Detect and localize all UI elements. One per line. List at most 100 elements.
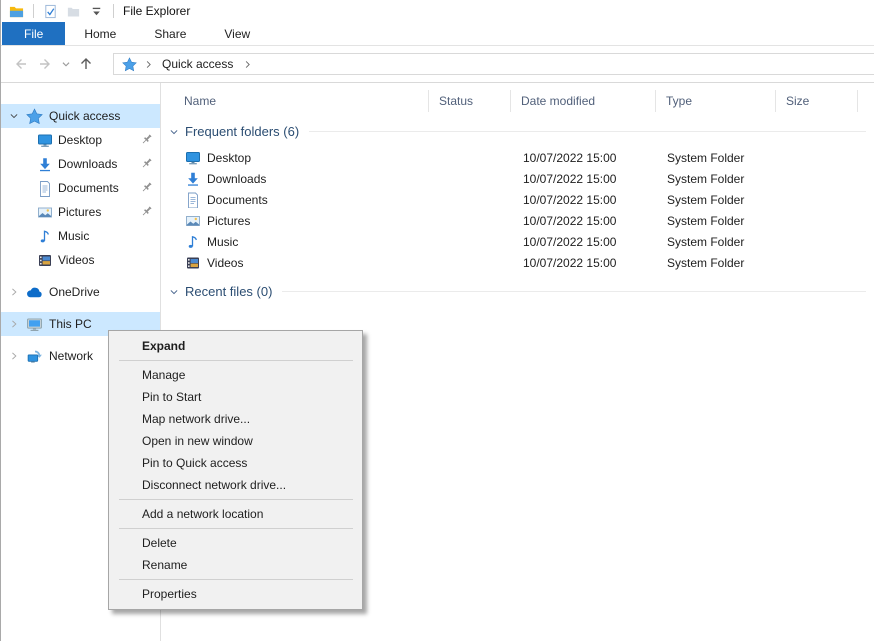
sidebar-item-videos[interactable]: Videos bbox=[1, 248, 160, 272]
sidebar-item-label: OneDrive bbox=[49, 285, 100, 299]
tab-share[interactable]: Share bbox=[135, 22, 205, 45]
sidebar-item-label: Downloads bbox=[58, 157, 117, 171]
menu-separator bbox=[119, 360, 353, 361]
cell-text: System Folder bbox=[667, 256, 744, 270]
group-header-label[interactable]: Recent files (0) bbox=[185, 284, 272, 299]
file-row-documents[interactable]: Documents10/07/2022 15:00System Folder bbox=[162, 189, 874, 210]
sidebar-item-pictures[interactable]: Pictures bbox=[1, 200, 160, 224]
cell-date: 10/07/2022 15:00 bbox=[511, 147, 656, 168]
group-header-label[interactable]: Frequent folders (6) bbox=[185, 124, 299, 139]
column-header-row: Name Status Date modified Type Size bbox=[162, 90, 874, 112]
sidebar-item-documents[interactable]: Documents bbox=[1, 176, 160, 200]
column-header-label: Type bbox=[666, 94, 692, 108]
cell-date: 10/07/2022 15:00 bbox=[511, 252, 656, 273]
column-header-type[interactable]: Type bbox=[656, 90, 776, 112]
tab-file[interactable]: File bbox=[2, 22, 65, 45]
group-header-frequent-folders[interactable]: Frequent folders (6) bbox=[162, 121, 866, 141]
chevron-right-icon[interactable] bbox=[7, 317, 21, 331]
up-button[interactable] bbox=[73, 52, 99, 76]
menu-item-disconnect-network-drive[interactable]: Disconnect network drive... bbox=[109, 474, 362, 496]
cell-text: Downloads bbox=[207, 172, 266, 186]
cell-text: Music bbox=[207, 235, 238, 249]
breadcrumb-chevron-icon[interactable] bbox=[140, 56, 156, 72]
desktop-icon bbox=[184, 149, 201, 166]
cell-date: 10/07/2022 15:00 bbox=[511, 168, 656, 189]
column-header-name[interactable]: Name bbox=[162, 90, 429, 112]
menu-item-pin-to-quick-access[interactable]: Pin to Quick access bbox=[109, 452, 362, 474]
menu-item-manage[interactable]: Manage bbox=[109, 364, 362, 386]
cell-status bbox=[429, 210, 511, 231]
cell-name: Desktop bbox=[162, 147, 429, 168]
file-row-music[interactable]: Music10/07/2022 15:00System Folder bbox=[162, 231, 874, 252]
cell-name: Pictures bbox=[162, 210, 429, 231]
sidebar-item-label: Pictures bbox=[58, 205, 101, 219]
new-folder-icon[interactable] bbox=[65, 3, 82, 20]
menu-item-properties[interactable]: Properties bbox=[109, 583, 362, 605]
cell-type: System Folder bbox=[656, 147, 776, 168]
file-row-downloads[interactable]: Downloads 10/07/2022 15:00 System Folder bbox=[162, 168, 874, 189]
column-header-status[interactable]: Status bbox=[429, 90, 511, 112]
file-row-desktop[interactable]: Desktop 10/07/2022 15:00System Folder bbox=[162, 147, 874, 168]
explorer-folder-icon bbox=[8, 3, 25, 20]
cell-text: System Folder bbox=[667, 214, 744, 228]
menu-item-pin-to-start[interactable]: Pin to Start bbox=[109, 386, 362, 408]
back-button[interactable] bbox=[7, 52, 33, 76]
cell-type: System Folder bbox=[656, 168, 776, 189]
file-row-videos[interactable]: Videos 10/07/2022 15:00 System Folder bbox=[162, 252, 874, 273]
sidebar-item-onedrive[interactable]: OneDrive bbox=[1, 280, 160, 304]
documents-icon bbox=[184, 191, 201, 208]
group-collapse-chevron-icon[interactable] bbox=[167, 125, 181, 139]
menu-item-map-network-drive[interactable]: Map network drive... bbox=[109, 408, 362, 430]
forward-button[interactable] bbox=[33, 52, 59, 76]
documents-icon bbox=[37, 179, 53, 197]
cell-text: Videos bbox=[207, 256, 243, 270]
recent-locations-caret-icon[interactable] bbox=[59, 52, 73, 76]
chevron-right-icon[interactable] bbox=[7, 285, 21, 299]
address-bar[interactable]: Quick access bbox=[113, 53, 874, 75]
menu-item-delete[interactable]: Delete bbox=[109, 532, 362, 554]
tab-view[interactable]: View bbox=[205, 22, 269, 45]
tab-home[interactable]: Home bbox=[65, 22, 135, 45]
cell-text: Desktop bbox=[207, 151, 251, 165]
chevron-right-icon[interactable] bbox=[7, 349, 21, 363]
group-header-recent-files[interactable]: Recent files (0) bbox=[162, 281, 866, 301]
cell-status bbox=[429, 147, 511, 168]
sidebar-item-downloads[interactable]: Downloads bbox=[1, 152, 160, 176]
cell-date: 10/07/2022 15:00 bbox=[511, 189, 656, 210]
pictures-icon bbox=[37, 203, 53, 221]
cell-type: System Folder bbox=[656, 252, 776, 273]
qat-customize-caret-icon[interactable] bbox=[88, 3, 105, 20]
menu-item-add-a-network-location[interactable]: Add a network location bbox=[109, 503, 362, 525]
column-header-date-modified[interactable]: Date modified bbox=[511, 90, 656, 112]
frequent-folders-rows: Desktop10/07/2022 15:00System FolderDown… bbox=[162, 147, 874, 273]
cell-text: 10/07/2022 15:00 bbox=[523, 172, 616, 186]
column-header-label: Date modified bbox=[521, 94, 595, 108]
pictures-icon bbox=[184, 212, 201, 229]
cell-name: Music bbox=[162, 231, 429, 252]
cell-name: Documents bbox=[162, 189, 429, 210]
menu-item-expand[interactable]: Expand bbox=[109, 335, 362, 357]
cell-status bbox=[429, 231, 511, 252]
column-header-label: Status bbox=[439, 94, 473, 108]
menu-item-open-in-new-window[interactable]: Open in new window bbox=[109, 430, 362, 452]
cell-text: 10/07/2022 15:00 bbox=[523, 235, 616, 249]
sidebar-item-music[interactable]: Music bbox=[1, 224, 160, 248]
breadcrumb-chevron-icon[interactable] bbox=[239, 56, 255, 72]
column-header-label: Name bbox=[184, 94, 216, 108]
chevron-down-icon[interactable] bbox=[7, 109, 21, 123]
cell-date: 10/07/2022 15:00 bbox=[511, 231, 656, 252]
cell-name: Videos bbox=[162, 252, 429, 273]
group-collapse-chevron-icon[interactable] bbox=[167, 285, 181, 299]
cell-status bbox=[429, 252, 511, 273]
pin-icon bbox=[139, 132, 154, 147]
column-header-label: Size bbox=[786, 94, 809, 108]
sidebar-item-label: Videos bbox=[58, 253, 94, 267]
file-row-pictures[interactable]: Pictures10/07/2022 15:00System Folder bbox=[162, 210, 874, 231]
breadcrumb[interactable]: Quick access bbox=[158, 57, 237, 71]
column-header-size[interactable]: Size bbox=[776, 90, 858, 112]
properties-icon[interactable] bbox=[42, 3, 59, 20]
sidebar-item-desktop[interactable]: Desktop bbox=[1, 128, 160, 152]
menu-item-rename[interactable]: Rename bbox=[109, 554, 362, 576]
videos-icon bbox=[184, 254, 201, 271]
sidebar-item-quick-access[interactable]: Quick access bbox=[1, 104, 160, 128]
